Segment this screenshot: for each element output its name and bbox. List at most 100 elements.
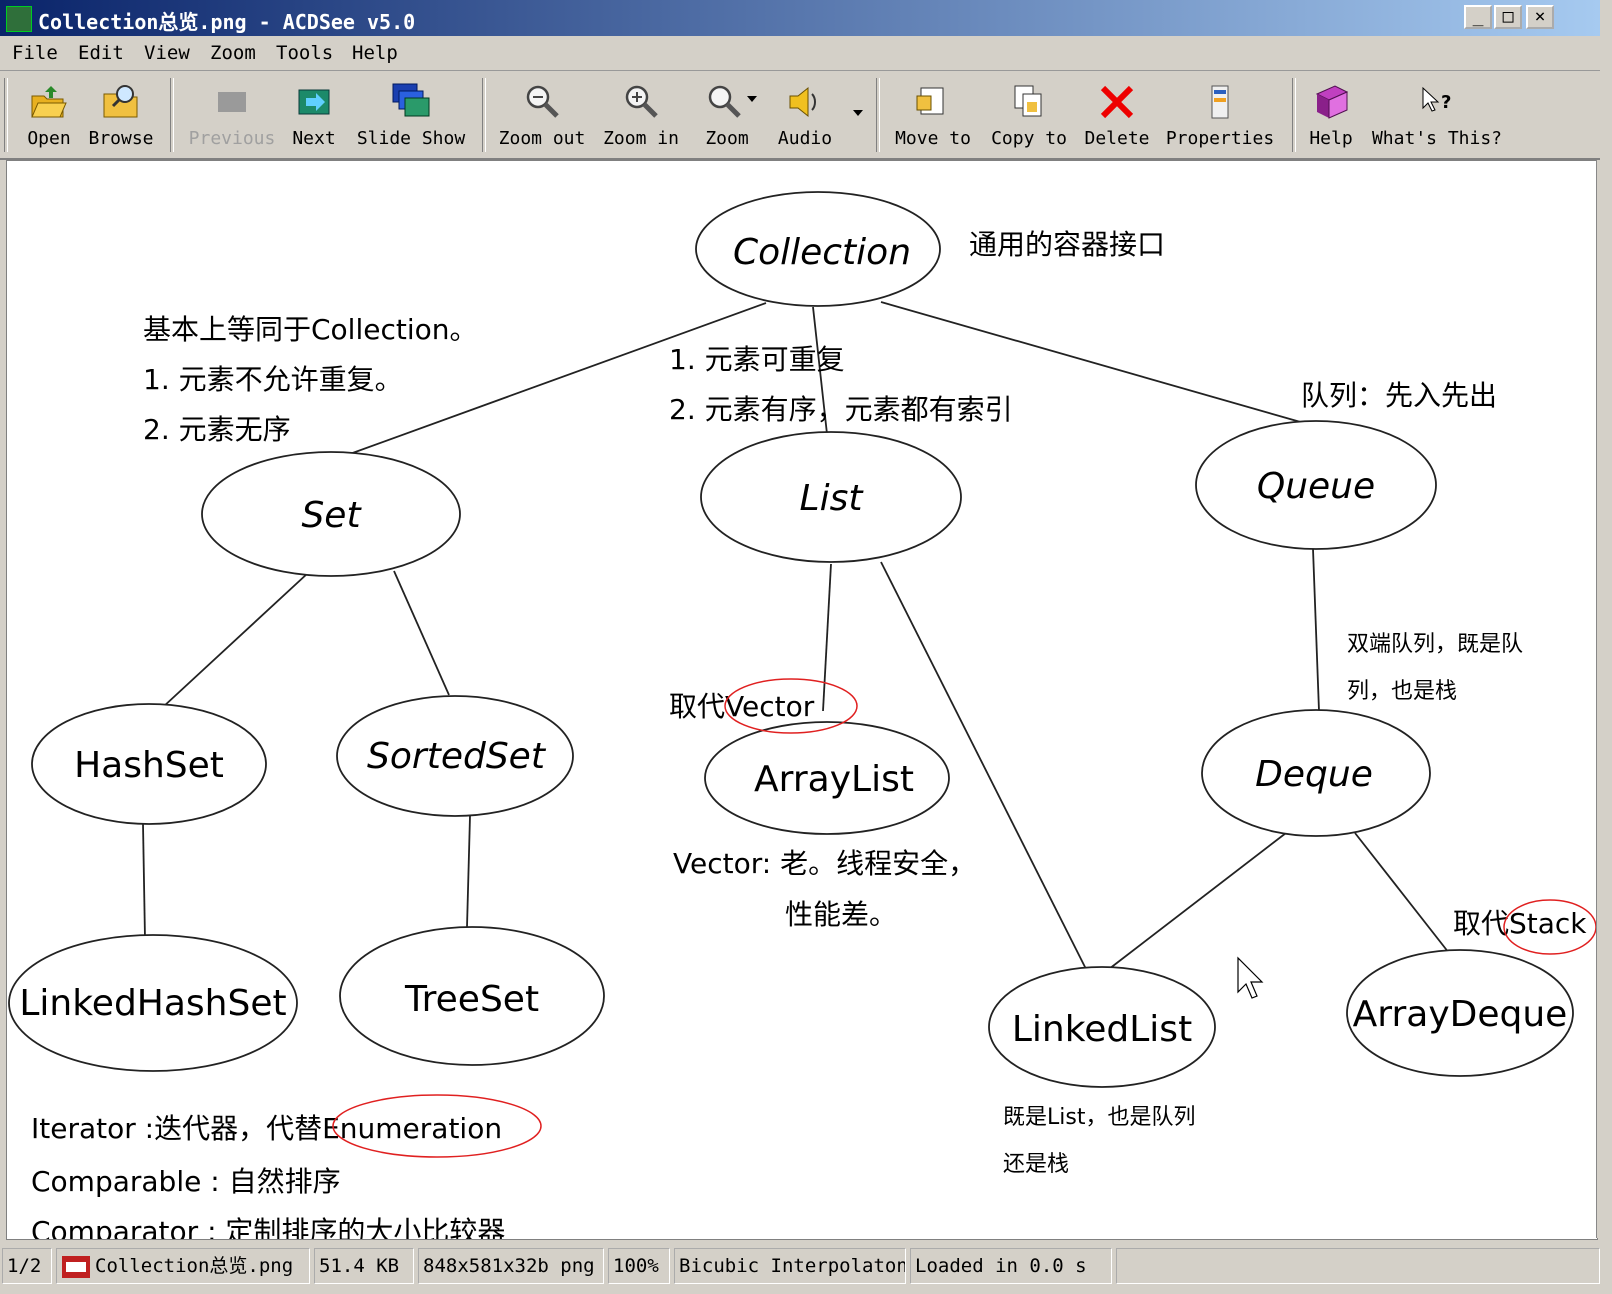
open-label: Open xyxy=(27,128,71,149)
zoom-icon xyxy=(708,85,741,118)
replace-stack-note: 取代Stack xyxy=(1453,907,1587,940)
minimize-button[interactable]: _ xyxy=(1464,5,1492,29)
move-to-label: Move to xyxy=(895,128,971,149)
replace-vector-note: 取代Vector xyxy=(669,690,815,723)
mouse-cursor-icon xyxy=(1237,956,1264,999)
menu-bar: File Edit View Zoom Tools Help xyxy=(0,36,1600,71)
move-to-button[interactable]: Move to xyxy=(886,76,980,154)
menu-edit[interactable]: Edit xyxy=(78,42,124,64)
svg-text:?: ? xyxy=(1441,92,1451,113)
collection-label: Collection xyxy=(733,232,911,273)
status-dimensions: 848x581x32b png xyxy=(418,1248,604,1284)
maximize-button[interactable]: □ xyxy=(1494,5,1522,29)
next-button[interactable]: Next xyxy=(284,76,344,154)
whats-this-button[interactable]: ? What's This? xyxy=(1364,76,1510,154)
set-note-line1: 基本上等同于Collection。 xyxy=(143,313,478,346)
zoom-out-label: Zoom out xyxy=(498,128,586,149)
delete-icon xyxy=(1100,85,1134,119)
status-filename-text: Collection总览.png xyxy=(95,1255,294,1277)
set-note-line3: 2. 元素无序 xyxy=(143,413,291,446)
browse-button[interactable]: Browse xyxy=(82,76,160,154)
whats-this-icon: ? xyxy=(1422,86,1451,113)
open-folder-icon xyxy=(31,86,67,118)
zoom-out-icon xyxy=(526,85,559,118)
delete-label: Delete xyxy=(1084,128,1150,149)
zoom-dropdown-icon[interactable] xyxy=(746,94,758,104)
deque-note-line2: 列，也是栈 xyxy=(1347,679,1457,704)
toolbar-separator xyxy=(876,78,880,152)
arraylist-label: ArrayList xyxy=(754,759,914,800)
linkedlist-note-line1: 既是List，也是队列 xyxy=(1003,1105,1195,1130)
toolbar-separator xyxy=(170,78,174,152)
next-label: Next xyxy=(292,128,336,149)
toolbar-separator xyxy=(482,78,486,152)
deque-note-line1: 双端队列，既是队 xyxy=(1347,632,1523,657)
title-bar[interactable]: Collection总览.png - ACDSee v5.0 _ □ × xyxy=(0,0,1600,36)
list-note-line2: 2. 元素有序，元素都有索引 xyxy=(669,393,1013,426)
status-interpolation: Bicubic Interpolaton xyxy=(674,1248,906,1284)
png-file-icon xyxy=(62,1256,90,1278)
set-label: Set xyxy=(301,495,362,536)
open-button[interactable]: Open xyxy=(18,76,80,154)
audio-dropdown-icon[interactable] xyxy=(852,108,864,118)
vector-note-line2: 性能差。 xyxy=(785,898,897,931)
slide-show-label: Slide Show xyxy=(356,128,466,149)
list-note-line1: 1. 元素可重复 xyxy=(669,343,845,376)
audio-button[interactable]: Audio xyxy=(770,76,840,154)
status-filesize: 51.4 KB xyxy=(314,1248,414,1284)
list-label: List xyxy=(800,478,865,519)
toolbar: Open Browse Previous Next Slide Show Zoo… xyxy=(0,72,1600,160)
zoom-button[interactable]: Zoom xyxy=(692,76,762,154)
comparator-note: Comparator : 定制排序的大小比较器 xyxy=(31,1215,505,1239)
zoom-out-button[interactable]: Zoom out xyxy=(494,76,590,154)
audio-icon xyxy=(789,86,816,118)
browse-label: Browse xyxy=(88,128,154,149)
whats-this-label: What's This? xyxy=(1371,128,1503,149)
menu-help[interactable]: Help xyxy=(352,42,398,64)
image-viewer[interactable]: Collection Set List Queue HashSet Sorted… xyxy=(6,160,1598,1240)
browse-icon xyxy=(103,85,138,118)
help-label: Help xyxy=(1309,128,1353,149)
zoom-in-label: Zoom in xyxy=(603,128,679,149)
linkedlist-note-line2: 还是栈 xyxy=(1003,1152,1069,1177)
close-button[interactable]: × xyxy=(1526,5,1554,29)
toolbar-grip xyxy=(4,78,8,152)
menu-file[interactable]: File xyxy=(12,42,58,64)
delete-button[interactable]: Delete xyxy=(1078,76,1156,154)
comparable-note: Comparable : 自然排序 xyxy=(31,1165,341,1198)
arraydeque-label: ArrayDeque xyxy=(1353,994,1568,1035)
status-empty-panel xyxy=(1116,1248,1600,1284)
status-zoom: 100% xyxy=(608,1248,670,1284)
sortedset-label: SortedSet xyxy=(367,736,547,777)
properties-button[interactable]: Properties xyxy=(1160,76,1280,154)
previous-button[interactable]: Previous xyxy=(182,76,282,154)
set-note-line2: 1. 元素不允许重复。 xyxy=(143,363,403,396)
copy-to-label: Copy to xyxy=(991,128,1067,149)
app-icon[interactable] xyxy=(6,6,32,32)
previous-icon xyxy=(218,92,246,112)
linkedhashset-label: LinkedHashSet xyxy=(19,983,286,1024)
slide-show-button[interactable]: Slide Show xyxy=(350,76,472,154)
vertical-scrollbar[interactable] xyxy=(1596,160,1612,1238)
vector-note-line1: Vector: 老。线程安全， xyxy=(673,847,976,880)
status-load-time: Loaded in 0.0 s xyxy=(910,1248,1112,1284)
menu-view[interactable]: View xyxy=(144,42,190,64)
properties-label: Properties xyxy=(1165,128,1275,149)
queue-note: 队列：先入先出 xyxy=(1301,379,1497,412)
slideshow-icon xyxy=(392,83,430,117)
zoom-in-button[interactable]: Zoom in xyxy=(596,76,686,154)
help-book-icon xyxy=(1315,85,1349,119)
deque-label: Deque xyxy=(1255,754,1373,795)
menu-zoom[interactable]: Zoom xyxy=(210,42,256,64)
copy-to-icon xyxy=(1014,85,1042,117)
linkedlist-label: LinkedList xyxy=(1012,1009,1192,1050)
iterator-note: Iterator :迭代器，代替Enumeration xyxy=(31,1112,502,1145)
collection-description: 通用的容器接口 xyxy=(969,228,1165,261)
help-button[interactable]: Help xyxy=(1300,76,1362,154)
status-bar: 1/2 Collection总览.png 51.4 KB 848x581x32b… xyxy=(0,1240,1600,1294)
window-title: Collection总览.png - ACDSee v5.0 xyxy=(38,10,416,34)
copy-to-button[interactable]: Copy to xyxy=(982,76,1076,154)
properties-icon xyxy=(1211,85,1229,119)
previous-label: Previous xyxy=(188,128,276,149)
menu-tools[interactable]: Tools xyxy=(276,42,333,64)
